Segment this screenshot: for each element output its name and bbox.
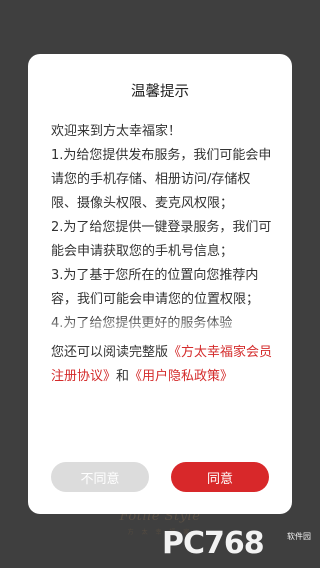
footer-prefix: 您还可以阅读完整版 <box>51 345 169 360</box>
privacy-dialog: 温馨提示 欢迎来到方太幸福家！ 1.为给您提供发布服务，我们可能会申请您的手机存… <box>28 54 292 514</box>
privacy-policy-link[interactable]: 《用户隐私政策》 <box>129 369 233 384</box>
dialog-title: 温馨提示 <box>131 84 189 100</box>
scroll-fade <box>51 316 276 338</box>
agree-button[interactable]: 同意 <box>171 462 269 492</box>
watermark-text: PC768 <box>162 526 265 561</box>
watermark-side-text: 软件园 <box>287 532 311 541</box>
dialog-footer-text: 您还可以阅读完整版《方太幸福家会员注册协议》和《用户隐私政策》 <box>51 341 276 389</box>
dialog-body-text: 欢迎来到方太幸福家！ 1.为给您提供发布服务，我们可能会申请您的手机存储、相册访… <box>51 124 272 331</box>
disagree-button[interactable]: 不同意 <box>51 462 149 492</box>
dialog-body-scroll[interactable]: 欢迎来到方太幸福家！ 1.为给您提供发布服务，我们可能会申请您的手机存储、相册访… <box>51 120 276 338</box>
site-watermark: PC768 软件园 <box>162 526 312 562</box>
footer-and: 和 <box>116 369 130 384</box>
